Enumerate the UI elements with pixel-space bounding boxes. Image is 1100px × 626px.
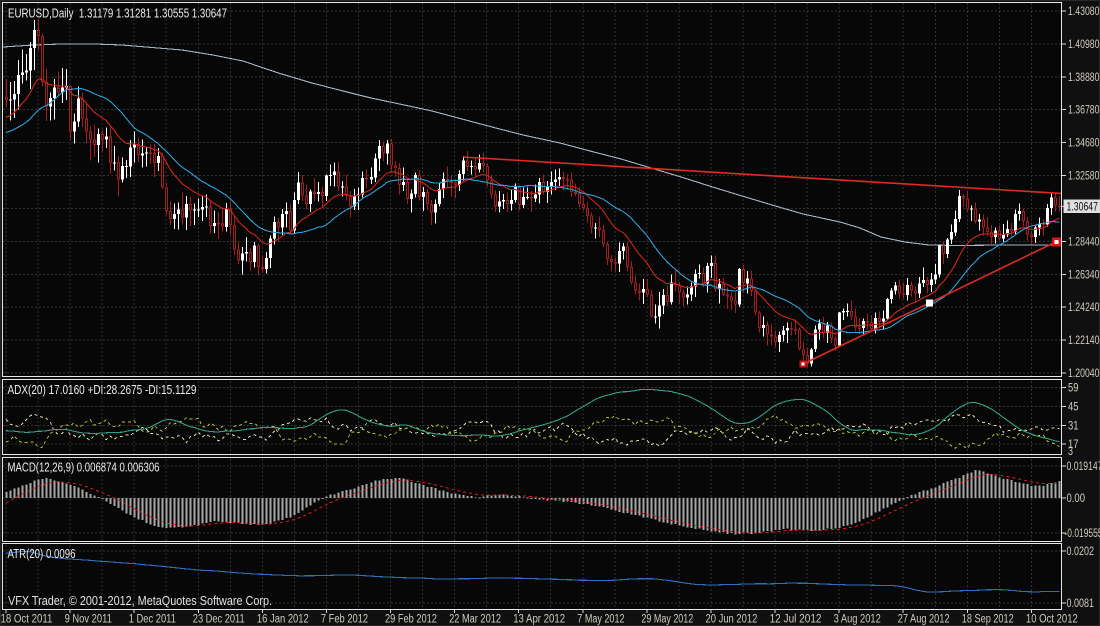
svg-text:0.019147: 0.019147 (1067, 461, 1100, 473)
svg-text:VFX Trader, © 2001-2012, MetaQ: VFX Trader, © 2001-2012, MetaQuotes Soft… (8, 594, 272, 608)
svg-text:45: 45 (1068, 402, 1079, 414)
svg-text:18 Oct 2011: 18 Oct 2011 (1, 614, 53, 626)
svg-text:59: 59 (1068, 382, 1079, 394)
svg-text:1.30647: 1.30647 (1067, 202, 1099, 214)
svg-text:31: 31 (1068, 421, 1079, 433)
svg-text:ATR(20) 0.0096: ATR(20) 0.0096 (8, 547, 76, 561)
svg-text:9 Nov 2011: 9 Nov 2011 (65, 614, 112, 626)
svg-text:0.0202: 0.0202 (1067, 546, 1095, 558)
svg-text:0.0081: 0.0081 (1067, 598, 1095, 610)
svg-text:1.26340: 1.26340 (1068, 269, 1100, 281)
svg-text:1.43080: 1.43080 (1068, 6, 1100, 18)
svg-text:1.34680: 1.34680 (1068, 138, 1100, 150)
svg-text:1.36780: 1.36780 (1068, 105, 1100, 117)
svg-text:1 Dec 2011: 1 Dec 2011 (129, 614, 176, 626)
svg-text:27 Aug 2012: 27 Aug 2012 (898, 614, 950, 626)
svg-text:13 Apr 2012: 13 Apr 2012 (513, 614, 565, 626)
svg-text:1.20040: 1.20040 (1068, 368, 1100, 380)
svg-text:0.00: 0.00 (1067, 493, 1086, 505)
svg-text:-0.019555: -0.019555 (1065, 528, 1100, 540)
svg-text:1.40980: 1.40980 (1068, 39, 1100, 51)
svg-text:7 May 2012: 7 May 2012 (577, 614, 624, 626)
svg-text:1.32580: 1.32580 (1068, 171, 1100, 183)
svg-text:12 Jul 2012: 12 Jul 2012 (770, 614, 822, 626)
svg-text:16 Jan 2012: 16 Jan 2012 (257, 614, 309, 626)
svg-text:1.38880: 1.38880 (1068, 72, 1100, 84)
svg-text:23 Dec 2011: 23 Dec 2011 (193, 614, 245, 626)
svg-text:18 Sep 2012: 18 Sep 2012 (962, 614, 1014, 626)
svg-text:7 Feb 2012: 7 Feb 2012 (321, 614, 368, 626)
svg-text:1.28440: 1.28440 (1068, 236, 1100, 248)
svg-text:ADX(20) 17.0160 +DI:28.2675 -D: ADX(20) 17.0160 +DI:28.2675 -DI:15.1129 (8, 383, 197, 397)
svg-text:EURUSD,Daily 1.31179 1.31281: EURUSD,Daily 1.31179 1.31281 1.30555 1.3… (8, 7, 227, 21)
svg-text:1.22140: 1.22140 (1068, 335, 1100, 347)
svg-text:22 Mar 2012: 22 Mar 2012 (449, 614, 501, 626)
svg-text:1.24240: 1.24240 (1068, 302, 1100, 314)
svg-text:3: 3 (1068, 446, 1073, 458)
svg-text:29 Feb 2012: 29 Feb 2012 (385, 614, 437, 626)
svg-text:29 May 2012: 29 May 2012 (641, 614, 693, 626)
svg-text:3 Aug 2012: 3 Aug 2012 (834, 614, 881, 626)
svg-text:20 Jun 2012: 20 Jun 2012 (706, 614, 758, 626)
svg-text:10 Oct 2012: 10 Oct 2012 (1026, 614, 1078, 626)
svg-text:MACD(12,26,9) 0.006874 0.00630: MACD(12,26,9) 0.006874 0.006306 (8, 461, 160, 475)
